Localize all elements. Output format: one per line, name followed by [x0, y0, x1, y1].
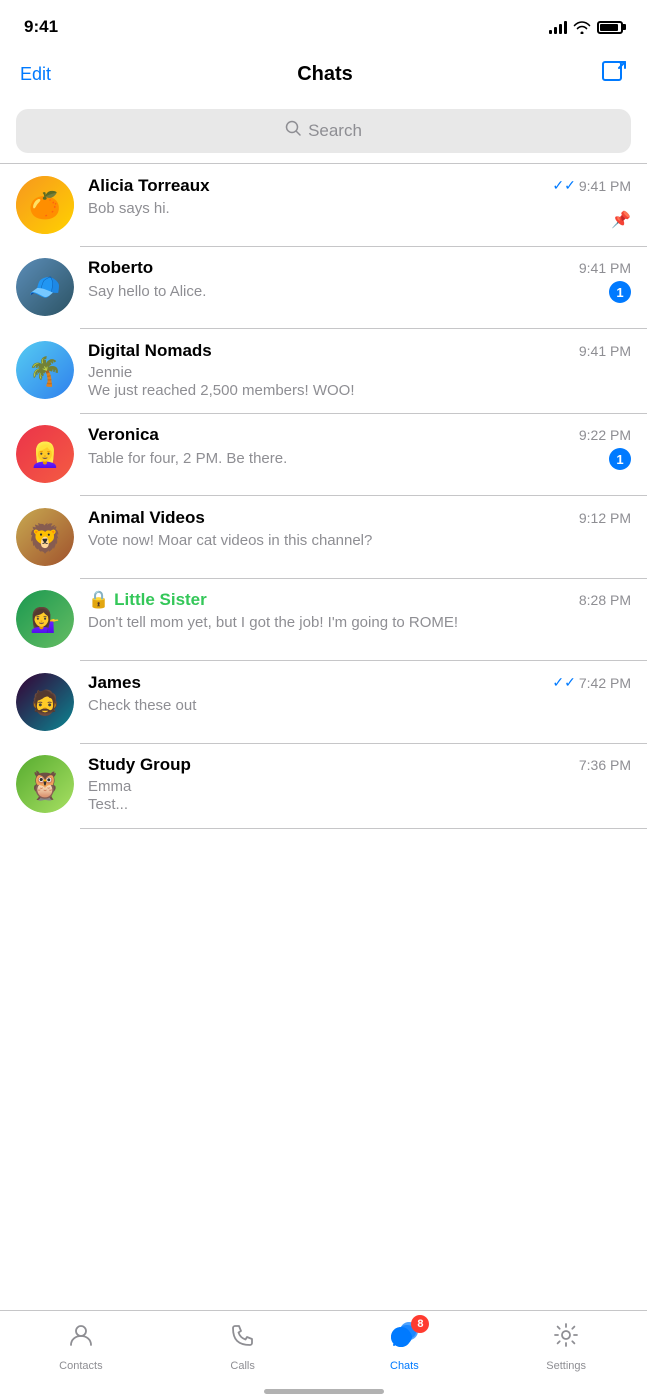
chat-name-animal-videos: Animal Videos [88, 508, 205, 528]
chat-time-alicia: ✓✓ 9:41 PM [552, 177, 631, 194]
svg-text:🦉: 🦉 [28, 770, 63, 802]
chat-preview-alicia: Bob says hi. [88, 199, 631, 219]
chat-item-james[interactable]: 🧔 James ✓✓ 7:42 PM Check these out [0, 661, 647, 743]
svg-text:🦁: 🦁 [28, 522, 63, 555]
signal-icon [549, 20, 567, 34]
home-indicator [264, 1389, 384, 1394]
tab-label-settings: Settings [546, 1360, 586, 1372]
chat-preview-little-sister: Don't tell mom yet, but I got the job! I… [88, 613, 631, 633]
chat-preview-animal-videos: Vote now! Moar cat videos in this channe… [88, 531, 631, 551]
badge-veronica: 1 [609, 448, 631, 470]
svg-text:🌴: 🌴 [28, 355, 63, 388]
chat-time-james: ✓✓ 7:42 PM [552, 674, 631, 691]
svg-text:🍊: 🍊 [29, 190, 63, 220]
chat-item-animal-videos[interactable]: 🦁 Animal Videos 9:12 PM Vote now! Moar c… [0, 496, 647, 578]
wifi-icon [573, 20, 591, 34]
chat-name-little-sister: 🔒 Little Sister [88, 590, 207, 610]
svg-text:🧔: 🧔 [30, 688, 60, 717]
search-placeholder: Search [308, 121, 362, 141]
chat-time-roberto: 9:41 PM [579, 260, 631, 276]
chat-preview-veronica: Table for four, 2 PM. Be there. [88, 449, 609, 469]
chat-list: 🍊 Alicia Torreaux ✓✓ 9:41 PM Bob says hi… [0, 164, 647, 829]
status-icons [549, 20, 623, 34]
chat-item-roberto[interactable]: 🧢 Roberto 9:41 PM Say hello to Alice. 1 [0, 246, 647, 328]
chat-name-james: James [88, 673, 141, 693]
avatar-digital-nomads: 🌴 [16, 341, 74, 399]
tab-contacts[interactable]: Contacts [0, 1311, 162, 1380]
svg-text:👱‍♀️: 👱‍♀️ [30, 441, 60, 469]
tab-calls[interactable]: Calls [162, 1311, 324, 1380]
status-time: 9:41 [24, 17, 58, 37]
chat-item-digital-nomads[interactable]: 🌴 Digital Nomads 9:41 PM Jennie We just … [0, 329, 647, 413]
edit-button[interactable]: Edit [20, 64, 51, 85]
tab-chats[interactable]: 8 Chats [324, 1311, 486, 1380]
chat-item-study-group[interactable]: 🦉 Study Group 7:36 PM Emma Test... [0, 743, 647, 827]
compose-button[interactable] [599, 58, 627, 91]
search-bar[interactable]: Search [16, 109, 631, 153]
chat-name-veronica: Veronica [88, 425, 159, 445]
chat-time-study-group: 7:36 PM [579, 757, 631, 773]
chat-name-study-group: Study Group [88, 755, 191, 775]
chat-preview-digital-nomads: We just reached 2,500 members! WOO! [88, 381, 631, 401]
chat-preview-study-group: Test... [88, 795, 631, 815]
badge-roberto: 1 [609, 281, 631, 303]
chat-time-veronica: 9:22 PM [579, 427, 631, 443]
page-title: Chats [297, 63, 353, 86]
avatar-james: 🧔 [16, 673, 74, 731]
chat-sender-study-group: Emma [88, 778, 631, 795]
chat-time-digital-nomads: 9:41 PM [579, 343, 631, 359]
compose-icon [599, 58, 627, 86]
avatar-study-group: 🦉 [16, 755, 74, 813]
status-bar: 9:41 [0, 0, 647, 50]
settings-icon [552, 1321, 580, 1356]
avatar-alicia: 🍊 [16, 176, 74, 234]
avatar-veronica: 👱‍♀️ [16, 425, 74, 483]
search-icon [285, 120, 302, 142]
avatar-animal-videos: 🦁 [16, 508, 74, 566]
chat-item-veronica[interactable]: 👱‍♀️ Veronica 9:22 PM Table for four, 2 … [0, 413, 647, 495]
header: Edit Chats [0, 50, 647, 103]
search-bar-container: Search [0, 103, 647, 163]
tab-label-chats: Chats [390, 1360, 419, 1372]
double-check-alicia: ✓✓ [552, 177, 575, 194]
chats-icon: 8 [389, 1321, 419, 1356]
chat-preview-james: Check these out [88, 696, 631, 716]
chat-name-roberto: Roberto [88, 258, 153, 278]
svg-text:💁‍♀️: 💁‍♀️ [30, 606, 60, 634]
chat-time-little-sister: 8:28 PM [579, 592, 631, 608]
chat-sender-digital-nomads: Jennie [88, 364, 631, 381]
lock-icon: 🔒 [88, 590, 109, 610]
battery-icon [597, 21, 623, 34]
chats-badge: 8 [411, 1315, 429, 1333]
double-check-james: ✓✓ [552, 674, 575, 691]
pin-icon-alicia: 📌 [611, 210, 631, 230]
contacts-icon [67, 1321, 95, 1356]
avatar-roberto: 🧢 [16, 258, 74, 316]
tab-settings[interactable]: Settings [485, 1311, 647, 1380]
chat-name-alicia: Alicia Torreaux [88, 176, 210, 196]
svg-text:🧢: 🧢 [29, 272, 61, 302]
tab-label-calls: Calls [230, 1360, 254, 1372]
tab-label-contacts: Contacts [59, 1360, 102, 1372]
chat-item-alicia[interactable]: 🍊 Alicia Torreaux ✓✓ 9:41 PM Bob says hi… [0, 164, 647, 246]
chat-time-animal-videos: 9:12 PM [579, 510, 631, 526]
calls-icon [229, 1321, 257, 1356]
chat-preview-roberto: Say hello to Alice. [88, 282, 609, 302]
tab-bar-spacer [0, 828, 647, 928]
avatar-little-sister: 💁‍♀️ [16, 590, 74, 648]
chat-item-little-sister[interactable]: 💁‍♀️ 🔒 Little Sister 8:28 PM Don't tell … [0, 578, 647, 660]
tab-bar: Contacts Calls 8 C [0, 1310, 647, 1400]
chat-name-digital-nomads: Digital Nomads [88, 341, 212, 361]
